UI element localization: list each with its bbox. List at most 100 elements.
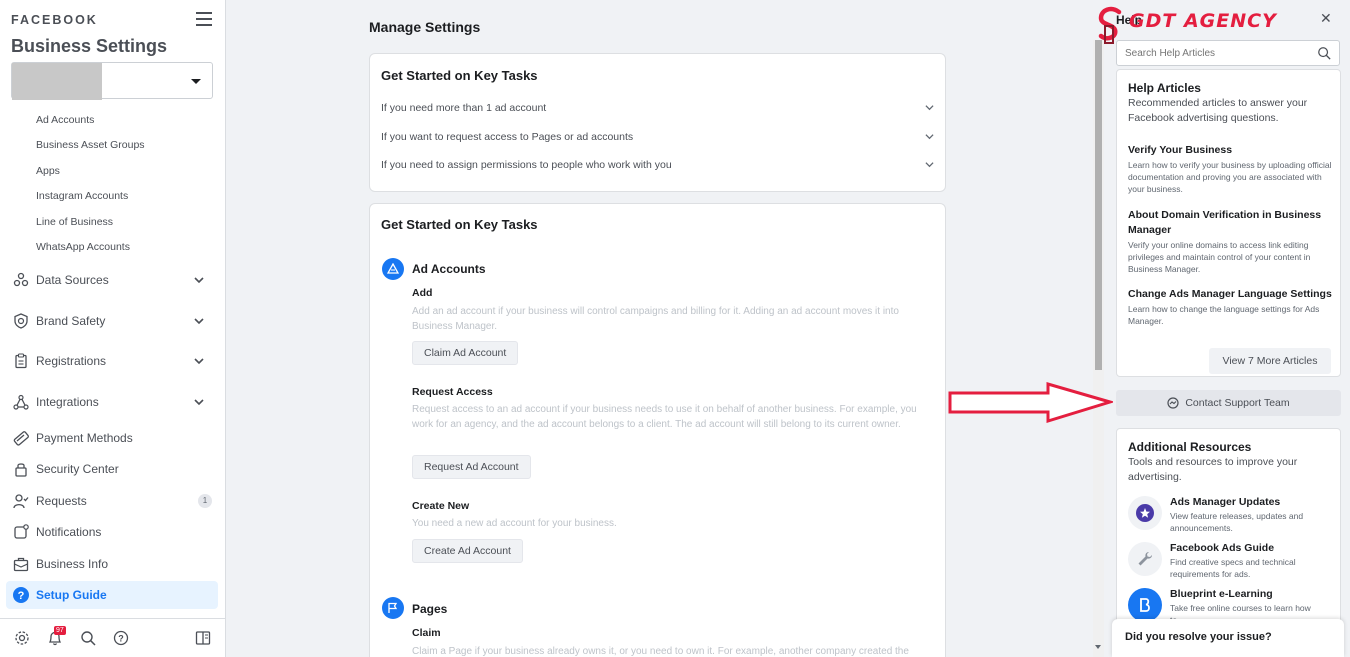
person-check-icon <box>6 493 36 509</box>
logo-text: GDT AGENCY <box>1129 10 1277 32</box>
requests-count-badge: 1 <box>198 494 212 508</box>
chevron-down-icon <box>925 134 934 140</box>
sidebar-item-label: Brand Safety <box>36 314 106 328</box>
caret-down-icon <box>191 79 201 84</box>
contact-support-button[interactable]: Contact Support Team <box>1116 390 1341 416</box>
payment-icon <box>6 430 36 446</box>
description-text: Add an ad account if your business will … <box>412 306 899 332</box>
shield-icon <box>6 313 36 329</box>
article-description: Learn how to verify your business by upl… <box>1128 160 1332 194</box>
panel-toggle-icon[interactable] <box>195 630 211 646</box>
sidebar-item-brand-safety[interactable]: Brand Safety <box>6 307 218 335</box>
sidebar-item-business-info[interactable]: Business Info <box>6 550 218 578</box>
sidebar-item-business-asset-groups[interactable]: Business Asset Groups <box>36 139 145 151</box>
question-icon: ? <box>6 586 36 604</box>
clipboard-icon <box>6 353 36 369</box>
search-icon[interactable] <box>1317 46 1331 60</box>
page-title: Business Settings <box>11 36 168 56</box>
close-icon[interactable]: ✕ <box>1320 10 1332 27</box>
sidebar-item-label: Security Center <box>36 462 119 476</box>
chevron-down-icon[interactable] <box>194 316 204 326</box>
resource-description: Find creative specs and technical requir… <box>1170 557 1296 579</box>
sidebar-item-notifications[interactable]: Notifications <box>6 518 218 546</box>
gear-icon[interactable] <box>14 630 30 646</box>
sidebar-item-label: Notifications <box>36 525 102 539</box>
subsection-title: Create New <box>412 500 470 512</box>
hamburger-menu-icon[interactable] <box>196 12 212 26</box>
help-icon[interactable]: ? <box>113 630 129 646</box>
request-ad-account-button[interactable]: Request Ad Account <box>412 455 531 479</box>
main-title: Manage Settings <box>369 19 481 35</box>
accordion-row-label: If you need more than 1 ad account <box>381 102 547 114</box>
scrollbar-thumb[interactable] <box>1095 40 1102 370</box>
create-ad-account-button[interactable]: Create Ad Account <box>412 539 523 563</box>
sidebar-item-label: Integrations <box>36 395 99 409</box>
sidebar-footer: ? <box>0 618 226 657</box>
accordion-row[interactable]: If you need more than 1 ad account <box>381 102 934 114</box>
chevron-down-icon <box>925 105 934 111</box>
resource-description: View feature releases, updates and annou… <box>1170 511 1304 533</box>
accordion-row[interactable]: If you need to assign permissions to peo… <box>381 159 934 171</box>
subsection-title: Request Access <box>412 386 493 398</box>
help-articles-title: Help Articles <box>1128 81 1201 95</box>
description-text: Request access to an ad account if your … <box>412 404 917 430</box>
sidebar-item-data-sources[interactable]: Data Sources <box>6 266 218 294</box>
chevron-down-icon[interactable] <box>194 356 204 366</box>
annotation-arrow <box>948 382 1113 424</box>
sidebar-item-label: Registrations <box>36 354 107 368</box>
chevron-down-icon[interactable] <box>194 275 204 285</box>
resources-subtitle: Tools and resources to improve your adve… <box>1128 456 1298 483</box>
article-link[interactable]: Change Ads Manager Language Settings <box>1128 287 1333 302</box>
sidebar-item-whatsapp-accounts[interactable]: WhatsApp Accounts <box>36 241 130 253</box>
view-more-articles-button[interactable]: View 7 More Articles <box>1209 348 1331 374</box>
sidebar-item-apps[interactable]: Apps <box>36 165 60 177</box>
scroll-down-arrow-icon[interactable] <box>1095 645 1101 649</box>
sidebar: FACEBOOK Business Settings Ad Accounts B… <box>0 0 226 657</box>
sidebar-item-requests[interactable]: Requests 1 <box>6 487 218 515</box>
subsection-title: Add <box>412 287 433 299</box>
chevron-down-icon <box>925 162 934 168</box>
data-sources-icon <box>6 272 36 288</box>
sidebar-item-label: Data Sources <box>36 273 109 287</box>
accordion-row[interactable]: If you want to request access to Pages o… <box>381 131 934 143</box>
notification-count-badge: 97 <box>54 626 66 635</box>
card-title: Get Started on Key Tasks <box>381 217 538 232</box>
sidebar-item-label: Business Info <box>36 557 109 571</box>
section-title: Ad Accounts <box>412 262 486 276</box>
claim-ad-account-button[interactable]: Claim Ad Account <box>412 341 519 365</box>
help-search-input[interactable] <box>1117 41 1307 65</box>
article-link[interactable]: Verify Your Business <box>1128 143 1333 158</box>
ad-accounts-icon <box>382 258 404 280</box>
search-icon[interactable] <box>80 630 96 646</box>
subsection-title: Claim <box>412 627 441 639</box>
sidebar-item-line-of-business[interactable]: Line of Business <box>36 216 113 228</box>
sidebar-item-security-center[interactable]: Security Center <box>6 455 218 483</box>
business-selector[interactable] <box>11 62 213 100</box>
sidebar-item-label: Requests <box>36 494 87 508</box>
article-link[interactable]: About Domain Verification in Business Ma… <box>1128 208 1333 238</box>
description-text: You need a new ad account for your busin… <box>412 518 617 529</box>
sidebar-item-instagram-accounts[interactable]: Instagram Accounts <box>36 190 128 202</box>
article-description: Verify your online domains to access lin… <box>1128 240 1311 274</box>
integrations-icon <box>6 394 36 410</box>
accordion-row-label: If you want to request access to Pages o… <box>381 131 634 143</box>
sidebar-item-setup-guide[interactable]: ? Setup Guide <box>6 581 218 609</box>
sidebar-item-payment-methods[interactable]: Payment Methods <box>6 424 218 452</box>
sidebar-item-registrations[interactable]: Registrations <box>6 347 218 375</box>
sidebar-item-integrations[interactable]: Integrations <box>6 388 218 416</box>
briefcase-icon <box>6 556 36 572</box>
chevron-down-icon[interactable] <box>194 397 204 407</box>
resource-title: Ads Manager Updates <box>1170 496 1281 508</box>
wrench-icon <box>1128 542 1162 576</box>
resources-title: Additional Resources <box>1128 440 1252 454</box>
sidebar-item-label: Setup Guide <box>36 588 107 602</box>
sidebar-item-ad-accounts[interactable]: Ad Accounts <box>36 114 94 126</box>
resolve-issue-prompt[interactable]: Did you resolve your issue? <box>1112 619 1344 657</box>
description-text: Claim a Page if your business already ow… <box>412 646 909 657</box>
lock-icon <box>6 461 36 477</box>
scrollbar[interactable] <box>1093 40 1104 657</box>
help-search[interactable] <box>1116 40 1340 66</box>
facebook-brand: FACEBOOK <box>11 13 98 27</box>
blueprint-icon <box>1128 588 1162 622</box>
help-articles-subtitle: Recommended articles to answer your Face… <box>1128 97 1308 124</box>
